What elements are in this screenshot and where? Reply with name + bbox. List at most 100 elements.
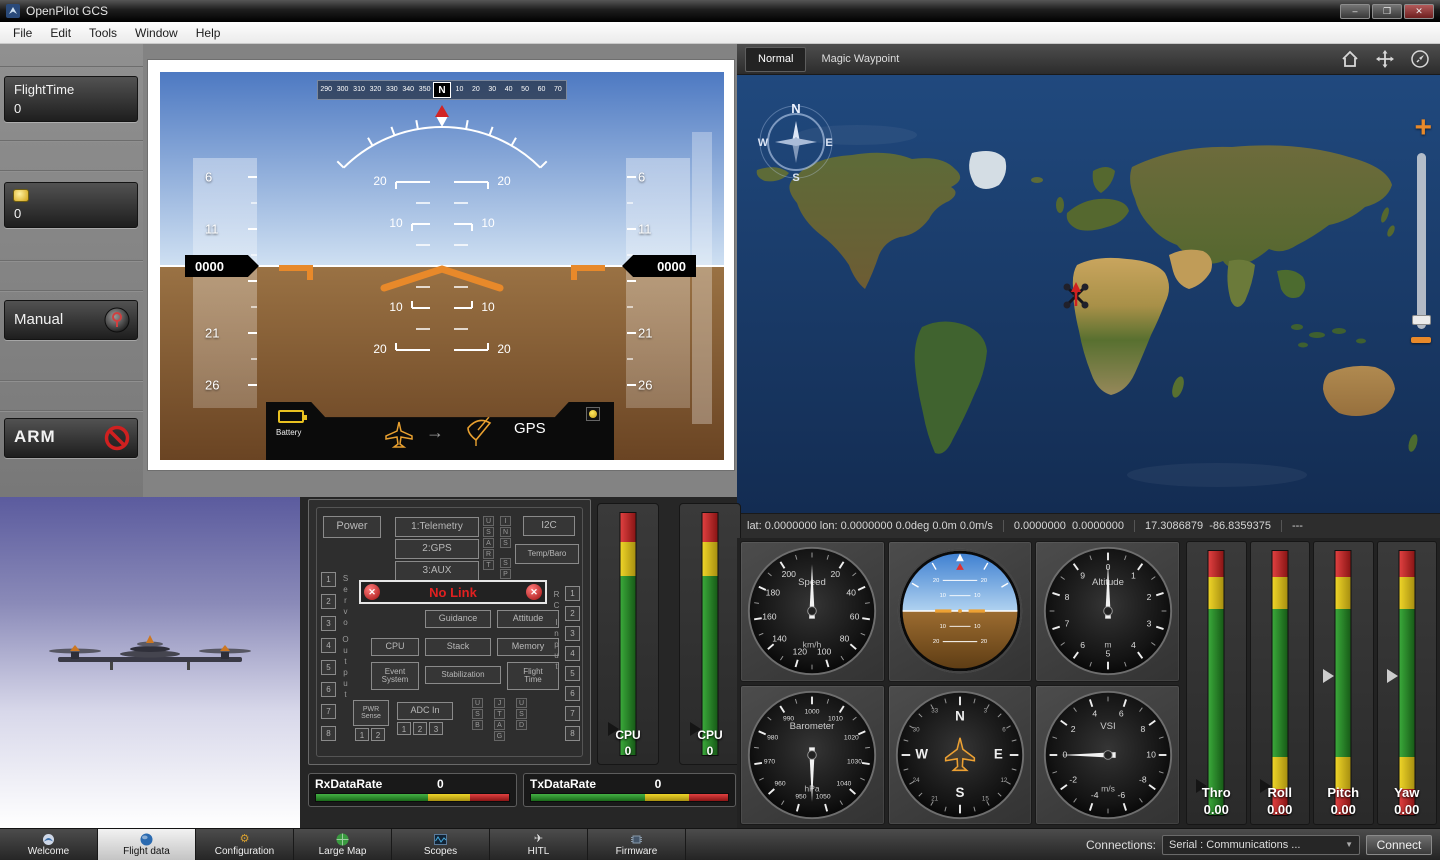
health-attitude: Attitude [497, 610, 559, 628]
altitude-value: 0000 [622, 255, 696, 277]
arm-button[interactable]: ARM [4, 418, 138, 458]
divider [0, 170, 143, 172]
map-tab-magic-waypoint[interactable]: Magic Waypoint [808, 47, 912, 72]
menu-tools[interactable]: Tools [80, 23, 126, 43]
letter: C [551, 601, 562, 610]
uav-marker-icon[interactable] [1059, 279, 1093, 313]
yellow-zone [1399, 577, 1414, 609]
connection-value: Serial : Communications ... [1169, 839, 1300, 851]
tab-flight-data[interactable]: Flight data [98, 829, 196, 860]
map-tab-normal[interactable]: Normal [745, 47, 806, 72]
health-jtag: JTAG [494, 698, 505, 741]
letter: I [551, 618, 562, 627]
menu-help[interactable]: Help [187, 23, 230, 43]
svg-text:-8: -8 [1139, 774, 1147, 784]
menu-bar: FileEditToolsWindowHelp [0, 22, 1440, 44]
maximize-button[interactable]: ❐ [1372, 4, 1402, 19]
yellow-zone [703, 542, 718, 576]
letter: p [551, 640, 562, 649]
menu-file[interactable]: File [4, 23, 41, 43]
flight-mode-label: Manual [14, 311, 63, 328]
connect-button[interactable]: Connect [1366, 835, 1432, 855]
tab-label: Large Map [319, 846, 367, 857]
minimize-button[interactable]: – [1340, 4, 1370, 19]
counter-value: 0 [14, 206, 21, 221]
zoom-out-button[interactable] [1411, 337, 1431, 343]
title-bar: OpenPilot GCS –❐✕ [0, 0, 1440, 22]
gauge-barometer: 950960970980990100010101020103010401050B… [740, 685, 885, 826]
heading-label: 10 [451, 81, 467, 99]
svg-text:1020: 1020 [844, 734, 859, 741]
battery-icon [278, 410, 304, 423]
divider [0, 66, 143, 68]
flight-mode-button[interactable]: Manual [4, 300, 138, 340]
letter: G [494, 731, 505, 741]
svg-text:10: 10 [940, 593, 946, 599]
app-window: OpenPilot GCS –❐✕ FileEditToolsWindowHel… [0, 0, 1440, 860]
tab-welcome[interactable]: Welcome [0, 829, 98, 860]
rx-rate-label: RxDataRate [315, 777, 382, 791]
tab-scopes[interactable]: Scopes [392, 829, 490, 860]
menu-window[interactable]: Window [126, 23, 187, 43]
status-led-icon [13, 189, 29, 202]
zoom-slider[interactable] [1417, 153, 1426, 329]
tab-large-map[interactable]: Large Map [294, 829, 392, 860]
red-zone [1272, 551, 1287, 577]
divider [0, 260, 143, 262]
tape-number: 21 [638, 326, 652, 341]
svg-text:30: 30 [913, 726, 920, 733]
speed-value: 0000 [185, 255, 259, 277]
zoom-in-button[interactable]: + [1414, 115, 1432, 141]
tab-firmware[interactable]: Firmware [588, 829, 686, 860]
letter: o [340, 618, 351, 627]
tape-number: 11 [638, 222, 652, 237]
move-icon[interactable] [1375, 49, 1395, 69]
mode-tab-bar: WelcomeFlight data⚙Configuration Large Ma… [0, 828, 1440, 860]
green-zone [1399, 609, 1414, 757]
letter: S [500, 558, 511, 568]
heading-label: 60 [533, 81, 549, 99]
letter: B [472, 720, 483, 730]
tape-number: 6 [205, 170, 212, 185]
tab-configuration[interactable]: ⚙Configuration [196, 829, 294, 860]
menu-edit[interactable]: Edit [41, 23, 80, 43]
app-logo-icon [6, 4, 20, 18]
svg-text:5: 5 [1105, 649, 1110, 659]
pwr-channel-2: 2 [371, 728, 385, 741]
gauge-track [620, 512, 637, 756]
letter: p [340, 668, 351, 677]
svg-text:140: 140 [773, 634, 788, 644]
zoom-slider-handle[interactable] [1412, 315, 1431, 325]
close-button[interactable]: ✕ [1404, 4, 1434, 19]
svg-text:60: 60 [850, 612, 860, 622]
map-canvas[interactable]: N E S W + [737, 75, 1440, 513]
model-3d-view[interactable] [0, 497, 300, 828]
map-status-segment: 17.3086879 -86.8359375 [1135, 520, 1282, 532]
flight-time-panel[interactable]: FlightTime 0 [4, 76, 138, 122]
svg-text:E: E [994, 746, 1003, 761]
svg-text:24: 24 [913, 777, 920, 784]
connection-select[interactable]: Serial : Communications ... ▼ [1162, 835, 1360, 855]
svg-text:2: 2 [1146, 592, 1151, 602]
svg-text:S: S [956, 785, 965, 800]
speed-tape: 6112126 [193, 158, 257, 408]
gauge-label: CPU [598, 728, 658, 742]
tab-hitl[interactable]: ✈HITL [490, 829, 588, 860]
svg-text:20: 20 [933, 639, 939, 645]
map-toolbar: NormalMagic Waypoint [737, 44, 1440, 75]
health-event-system: Event System [371, 662, 419, 690]
letter: J [494, 698, 505, 708]
nav-icon[interactable] [1410, 49, 1430, 69]
letter: n [551, 629, 562, 638]
letter: R [551, 590, 562, 599]
close-icon[interactable]: ✕ [364, 584, 380, 600]
channel-3: 3 [565, 626, 580, 641]
home-icon[interactable] [1340, 49, 1360, 69]
close-icon[interactable]: ✕ [526, 584, 542, 600]
heading-label: 30 [484, 81, 500, 99]
compass-s-label: S [792, 172, 799, 184]
connection-cluster: Connections: Serial : Communications ...… [1086, 829, 1440, 860]
channel-5: 5 [321, 660, 336, 675]
svg-text:6: 6 [1002, 726, 1006, 733]
status-counter-panel[interactable]: 0 [4, 182, 138, 228]
